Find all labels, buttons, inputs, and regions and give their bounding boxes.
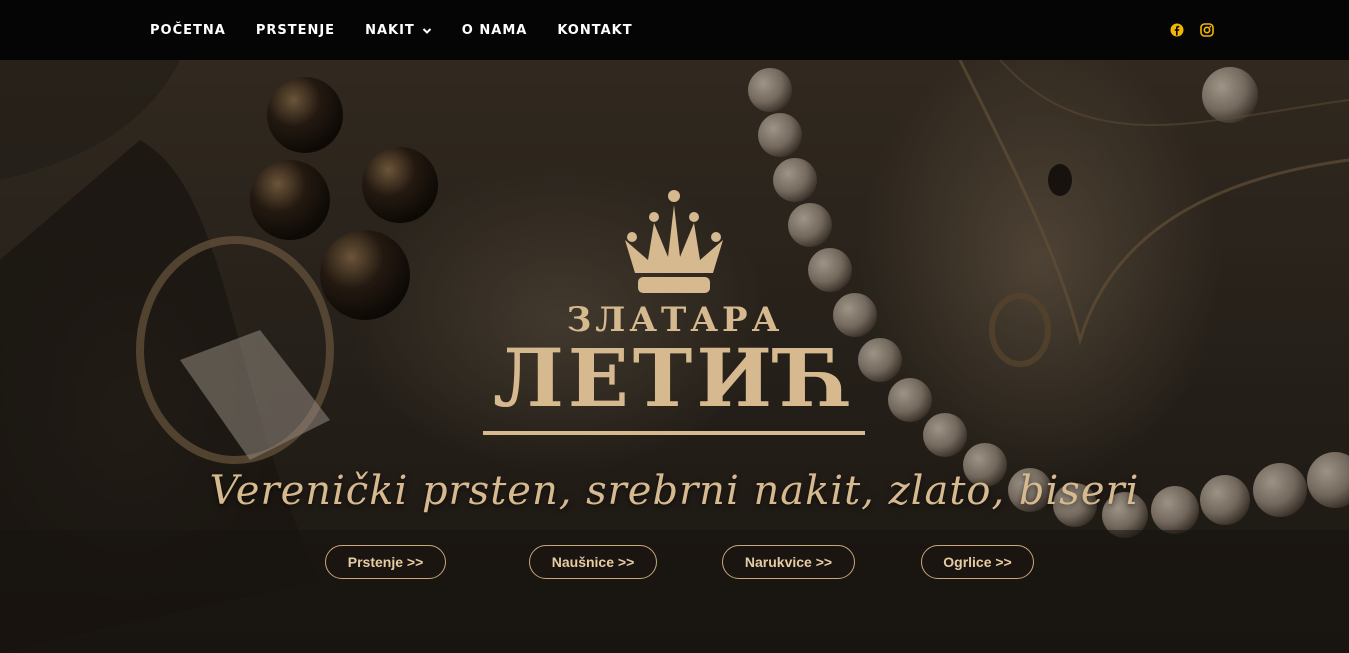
nav-item-nakit[interactable]: NAKIT xyxy=(365,23,432,38)
ogrlice-button[interactable]: Ogrlice >> xyxy=(921,545,1034,579)
top-navigation: POČETNA PRSTENJE NAKIT O NAMA KONTAKT xyxy=(0,0,1349,60)
hero-banner: ЗЛАТАРА ЛЕТИЋ Verenički prsten, srebrni … xyxy=(0,60,1349,653)
facebook-icon[interactable] xyxy=(1170,22,1184,37)
nausnice-button[interactable]: Naušnice >> xyxy=(529,545,657,579)
nav-item-pocetna[interactable]: POČETNA xyxy=(150,23,226,38)
social-links xyxy=(1170,22,1214,37)
narukvice-button[interactable]: Narukvice >> xyxy=(722,545,855,579)
logo-line-2: ЛЕТИЋ xyxy=(493,331,857,425)
hero-tagline: Verenički prsten, srebrni nakit, zlato, … xyxy=(209,468,1140,514)
main-menu: POČETNA PRSTENJE NAKIT O NAMA KONTAKT xyxy=(150,0,663,60)
chevron-down-icon xyxy=(422,25,432,35)
prstenje-button[interactable]: Prstenje >> xyxy=(325,545,446,579)
instagram-icon[interactable] xyxy=(1200,22,1214,37)
nav-item-prstenje[interactable]: PRSTENJE xyxy=(256,23,335,38)
nav-item-kontakt[interactable]: KONTAKT xyxy=(557,23,632,38)
nav-item-o-nama[interactable]: O NAMA xyxy=(462,23,528,38)
